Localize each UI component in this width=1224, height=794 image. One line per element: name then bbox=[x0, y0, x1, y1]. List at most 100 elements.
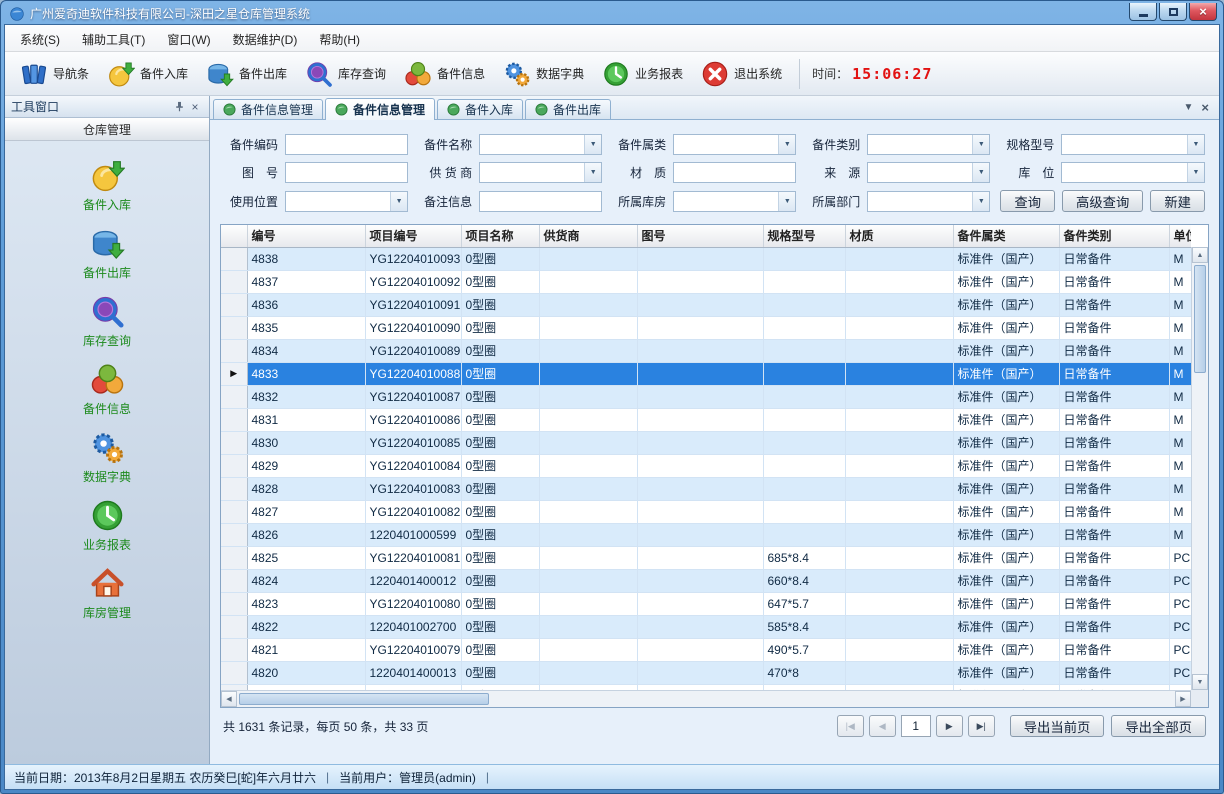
toolbar-parts-info-button[interactable]: 备件信息 bbox=[395, 56, 494, 92]
toolbar-inventory-search-button[interactable]: 库存查询 bbox=[296, 56, 395, 92]
chevron-down-icon[interactable]: ▼ bbox=[778, 192, 795, 211]
part-code-input[interactable] bbox=[285, 134, 408, 155]
part-name-select[interactable]: ▼ bbox=[479, 134, 602, 155]
table-row[interactable]: ▶4833YG122040100880型圈标准件（国产）日常备件M bbox=[221, 362, 1191, 385]
prev-page-button[interactable]: ◀ bbox=[869, 715, 896, 737]
row-marker[interactable] bbox=[221, 500, 247, 523]
row-marker[interactable] bbox=[221, 661, 247, 684]
use-position-select[interactable]: ▼ bbox=[285, 191, 408, 212]
table-row[interactable]: 4825YG122040100810型圈685*8.4标准件（国产）日常备件PC bbox=[221, 546, 1191, 569]
toolbar-parts-outbound-button[interactable]: 备件出库 bbox=[197, 56, 296, 92]
toolbar-data-dictionary-button[interactable]: 数据字典 bbox=[494, 56, 593, 92]
sidebar-item-parts-info[interactable]: 备件信息 bbox=[52, 362, 162, 417]
scroll-down-icon[interactable]: ▼ bbox=[1192, 674, 1208, 690]
row-marker[interactable] bbox=[221, 638, 247, 661]
current-row-marker[interactable]: ▶ bbox=[221, 362, 247, 385]
sidebar-item-warehouse-manage[interactable]: 库房管理 bbox=[52, 566, 162, 621]
page-number-input[interactable] bbox=[901, 715, 931, 737]
table-row[interactable]: 4821YG122040100790型圈490*5.7标准件（国产）日常备件PC bbox=[221, 638, 1191, 661]
chevron-down-icon[interactable]: ▼ bbox=[778, 135, 795, 154]
sidebar-item-business-report[interactable]: 业务报表 bbox=[52, 498, 162, 553]
col-header-project-code[interactable]: 项目编号 bbox=[365, 225, 461, 247]
horizontal-scrollbar[interactable]: ◀ ▶ bbox=[221, 690, 1191, 707]
toolbar-business-report-button[interactable]: 业务报表 bbox=[593, 56, 692, 92]
table-row[interactable]: 4827YG122040100820型圈标准件（国产）日常备件M bbox=[221, 500, 1191, 523]
menu-tools[interactable]: 辅助工具(T) bbox=[71, 25, 156, 51]
advanced-query-button[interactable]: 高级查询 bbox=[1062, 190, 1143, 212]
col-header-supplier[interactable]: 供货商 bbox=[539, 225, 637, 247]
export-all-pages-button[interactable]: 导出全部页 bbox=[1111, 715, 1206, 737]
department-select[interactable]: ▼ bbox=[867, 191, 990, 212]
row-marker[interactable] bbox=[221, 247, 247, 270]
create-button[interactable]: 新建 bbox=[1150, 190, 1205, 212]
remark-input[interactable] bbox=[479, 191, 602, 212]
toolbar-navigator-button[interactable]: 导航条 bbox=[11, 56, 98, 92]
row-marker[interactable] bbox=[221, 270, 247, 293]
table-row[interactable]: 482012204014000130型圈470*8标准件（国产）日常备件PC bbox=[221, 661, 1191, 684]
part-class-select[interactable]: ▼ bbox=[867, 134, 990, 155]
export-current-page-button[interactable]: 导出当前页 bbox=[1010, 715, 1105, 737]
row-marker[interactable] bbox=[221, 454, 247, 477]
source-select[interactable]: ▼ bbox=[867, 162, 990, 183]
table-row[interactable]: 4838YG122040100930型圈标准件（国产）日常备件M bbox=[221, 247, 1191, 270]
row-marker[interactable] bbox=[221, 431, 247, 454]
table-row[interactable]: 4828YG122040100830型圈标准件（国产）日常备件M bbox=[221, 477, 1191, 500]
warehouse-manage-section-header[interactable]: 仓库管理 bbox=[5, 118, 209, 141]
minimize-button[interactable] bbox=[1129, 3, 1157, 21]
row-marker[interactable] bbox=[221, 293, 247, 316]
chevron-down-icon[interactable]: ▼ bbox=[1187, 135, 1204, 154]
chevron-down-icon[interactable]: ▼ bbox=[390, 192, 407, 211]
toolbar-exit-system-button[interactable]: 退出系统 bbox=[692, 56, 791, 92]
menu-window[interactable]: 窗口(W) bbox=[156, 25, 221, 51]
table-row[interactable]: 4836YG122040100910型圈标准件（国产）日常备件M bbox=[221, 293, 1191, 316]
menu-help[interactable]: 帮助(H) bbox=[308, 25, 371, 51]
sidebar-item-parts-outbound[interactable]: 备件出库 bbox=[52, 226, 162, 281]
tab-list-dropdown-button[interactable]: ▼ bbox=[1184, 103, 1194, 113]
chevron-down-icon[interactable]: ▼ bbox=[1187, 163, 1204, 182]
close-button[interactable]: × bbox=[1189, 3, 1217, 21]
chevron-down-icon[interactable]: ▼ bbox=[972, 163, 989, 182]
col-header-spec-model[interactable]: 规格型号 bbox=[763, 225, 845, 247]
sidebar-item-parts-inbound[interactable]: 备件入库 bbox=[52, 158, 162, 213]
tab-parts-info-manage-1[interactable]: 备件信息管理 bbox=[213, 99, 323, 119]
row-marker[interactable] bbox=[221, 569, 247, 592]
table-row[interactable]: 4823YG122040100800型圈647*5.7标准件（国产）日常备件PC bbox=[221, 592, 1191, 615]
title-bar[interactable]: 广州爱奇迪软件科技有限公司-深田之星仓库管理系统 × bbox=[4, 1, 1220, 24]
material-input[interactable] bbox=[673, 162, 796, 183]
scroll-right-icon[interactable]: ▶ bbox=[1175, 691, 1191, 707]
chevron-down-icon[interactable]: ▼ bbox=[584, 163, 601, 182]
table-row[interactable]: 482612204010005990型圈标准件（国产）日常备件M bbox=[221, 523, 1191, 546]
table-row[interactable]: 4830YG122040100850型圈标准件（国产）日常备件M bbox=[221, 431, 1191, 454]
horizontal-scroll-thumb[interactable] bbox=[239, 693, 489, 705]
last-page-button[interactable]: ▶| bbox=[968, 715, 995, 737]
table-row[interactable]: 4829YG122040100840型圈标准件（国产）日常备件M bbox=[221, 454, 1191, 477]
table-row[interactable]: 4832YG122040100870型圈标准件（国产）日常备件M bbox=[221, 385, 1191, 408]
col-header-part-category[interactable]: 备件属类 bbox=[953, 225, 1059, 247]
col-header-drawing-no[interactable]: 图号 bbox=[637, 225, 763, 247]
scroll-up-icon[interactable]: ▲ bbox=[1192, 247, 1208, 263]
table-row[interactable]: 482212204010027000型圈585*8.4标准件（国产）日常备件PC bbox=[221, 615, 1191, 638]
row-marker[interactable] bbox=[221, 385, 247, 408]
col-header-part-class[interactable]: 备件类别 bbox=[1059, 225, 1169, 247]
query-button[interactable]: 查询 bbox=[1000, 190, 1055, 212]
tab-parts-info-manage-2[interactable]: 备件信息管理 bbox=[325, 98, 435, 120]
table-row[interactable]: 4837YG122040100920型圈标准件（国产）日常备件M bbox=[221, 270, 1191, 293]
row-marker[interactable] bbox=[221, 592, 247, 615]
first-page-button[interactable]: |◀ bbox=[837, 715, 864, 737]
table-row[interactable]: 4834YG122040100890型圈标准件（国产）日常备件M bbox=[221, 339, 1191, 362]
tab-parts-outbound[interactable]: 备件出库 bbox=[525, 99, 611, 119]
row-marker[interactable] bbox=[221, 339, 247, 362]
drawing-no-input[interactable] bbox=[285, 162, 408, 183]
row-marker[interactable] bbox=[221, 408, 247, 431]
col-header-unit[interactable]: 单位 bbox=[1169, 225, 1191, 247]
menu-data-maintenance[interactable]: 数据维护(D) bbox=[222, 25, 309, 51]
sidebar-item-data-dictionary[interactable]: 数据字典 bbox=[52, 430, 162, 485]
chevron-down-icon[interactable]: ▼ bbox=[972, 135, 989, 154]
part-category-select[interactable]: ▼ bbox=[673, 134, 796, 155]
toolbar-parts-inbound-button[interactable]: 备件入库 bbox=[98, 56, 197, 92]
table-row[interactable]: 4831YG122040100860型圈标准件（国产）日常备件M bbox=[221, 408, 1191, 431]
col-header-project-name[interactable]: 项目名称 bbox=[461, 225, 539, 247]
row-marker[interactable] bbox=[221, 615, 247, 638]
next-page-button[interactable]: ▶ bbox=[936, 715, 963, 737]
vertical-scroll-thumb[interactable] bbox=[1194, 265, 1206, 373]
